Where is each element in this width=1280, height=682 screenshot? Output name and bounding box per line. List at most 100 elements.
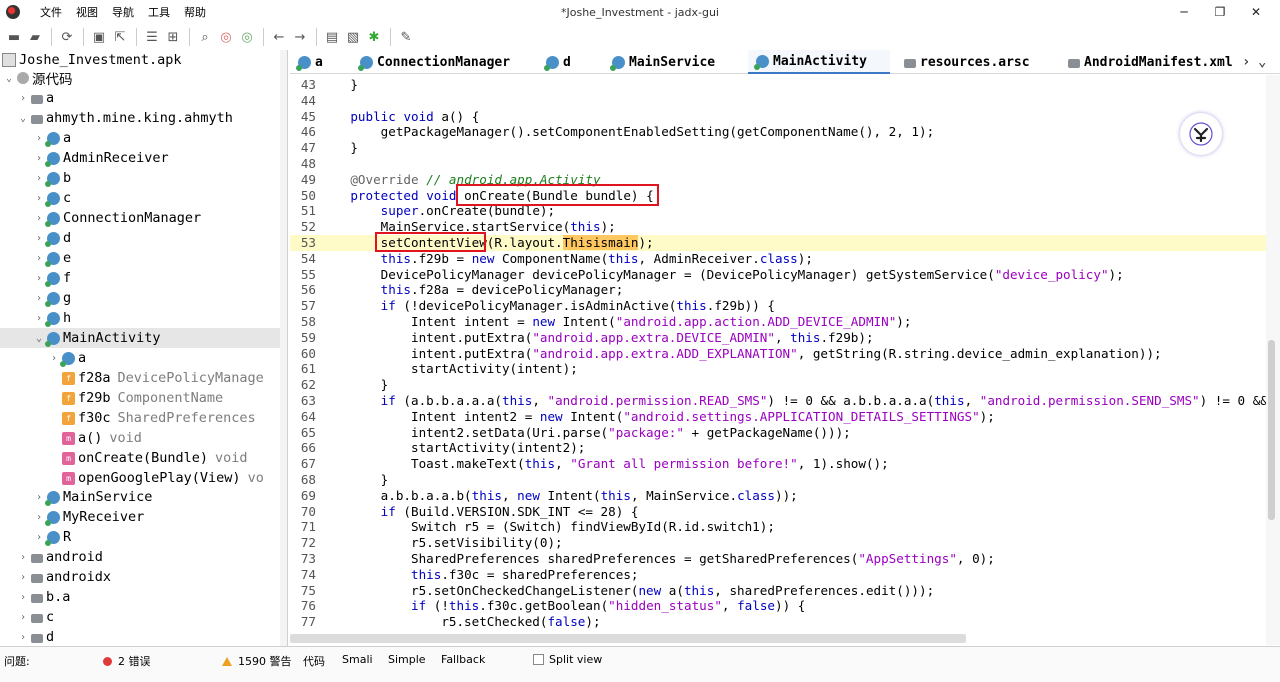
code-line[interactable]: 74 this.f30c = sharedPreferences; — [290, 567, 1274, 583]
code-line[interactable]: 44 — [290, 93, 1274, 109]
tree-item[interactable]: › d — [0, 228, 280, 248]
tab-connectionmanager[interactable]: ConnectionManager — [352, 50, 516, 74]
tree-item[interactable]: › a — [0, 128, 280, 148]
code-line[interactable]: 46 getPackageManager().setComponentEnabl… — [290, 124, 1274, 140]
code-line[interactable]: 66 startActivity(intent2); — [290, 440, 1274, 456]
code-line[interactable]: 65 intent2.setData(Uri.parse("package:" … — [290, 425, 1274, 441]
code-line[interactable]: 72 r5.setVisibility(0); — [290, 535, 1274, 551]
chevron-right-icon[interactable]: › — [33, 273, 45, 284]
tree-item[interactable]: › AdminReceiver — [0, 148, 280, 168]
add-files-icon[interactable]: ▰ — [25, 27, 45, 47]
code-line[interactable]: 57 if (!devicePolicyManager.isAdminActiv… — [290, 298, 1274, 314]
code-editor[interactable]: 43 } 44 45 public void a() {46 getPackageM… — [290, 75, 1274, 645]
debug-icon[interactable]: ✱ — [364, 27, 384, 47]
tree-item[interactable]: › androidx — [0, 567, 280, 587]
search-icon[interactable]: ⌕ — [195, 27, 215, 47]
chevron-right-icon[interactable]: › — [33, 193, 45, 204]
tree-item[interactable]: › ConnectionManager — [0, 208, 280, 228]
chevron-right-icon[interactable]: › — [33, 153, 45, 164]
tree-source-code[interactable]: ⌄ 源代码 — [0, 68, 280, 88]
save-icon[interactable]: ▣ — [89, 27, 109, 47]
tree-item[interactable]: › b.a — [0, 587, 280, 607]
chevron-right-icon[interactable]: › — [33, 253, 45, 264]
chevron-right-icon[interactable]: › — [33, 173, 45, 184]
tree-root[interactable]: Joshe_Investment.apk — [0, 50, 280, 70]
tree-item[interactable]: › a — [0, 88, 280, 108]
tree-item[interactable]: f f29b ComponentName — [0, 388, 280, 408]
tree-item[interactable]: › MainService — [0, 487, 280, 507]
code-line[interactable]: 45 public void a() { — [290, 109, 1274, 125]
code-line[interactable]: 77 r5.setChecked(false); — [290, 614, 1274, 630]
code-line[interactable]: 56 this.f28a = devicePolicyManager; — [290, 282, 1274, 298]
chevron-right-icon[interactable]: › — [33, 492, 45, 503]
preferences-icon[interactable]: ✎ — [396, 27, 416, 47]
tree-item[interactable]: › d — [0, 627, 280, 646]
tab-simple-view[interactable]: Simple — [388, 653, 426, 666]
sync-tree-icon[interactable]: ☰ — [142, 27, 162, 47]
find-usage-icon[interactable]: ◎ — [237, 27, 257, 47]
tree-item[interactable]: m a() void — [0, 428, 280, 448]
tree-item[interactable]: f f30c SharedPreferences — [0, 408, 280, 428]
tree-item[interactable]: › MyReceiver — [0, 507, 280, 527]
tab-code-view[interactable]: 代码 — [303, 653, 325, 669]
reload-icon[interactable]: ⟳ — [57, 27, 77, 47]
menu-file[interactable]: 文件 — [40, 4, 62, 20]
tree-item[interactable]: › R — [0, 527, 280, 547]
forward-icon[interactable]: → — [290, 27, 310, 47]
tab-fallback-view[interactable]: Fallback — [441, 653, 485, 666]
chevron-right-icon[interactable]: › — [48, 353, 60, 364]
split-view-checkbox[interactable] — [533, 654, 544, 665]
code-line[interactable]: 75 r5.setOnCheckedChangeListener(new a(t… — [290, 583, 1274, 599]
menu-help[interactable]: 帮助 — [184, 4, 206, 20]
chevron-right-icon[interactable]: › — [17, 93, 29, 104]
tab-mainactivity[interactable]: MainActivity — [748, 50, 890, 74]
chevron-right-icon[interactable]: › — [17, 592, 29, 603]
code-line[interactable]: 64 Intent intent2 = new Intent("android.… — [290, 409, 1274, 425]
tab-mainservice[interactable]: MainService — [604, 50, 721, 74]
split-view-toggle[interactable]: Split view — [533, 653, 602, 666]
tree-item[interactable]: m onCreate(Bundle) void — [0, 448, 280, 468]
tab-d[interactable]: d — [538, 50, 577, 74]
code-line[interactable]: 51 super.onCreate(bundle); — [290, 203, 1274, 219]
tree-item[interactable]: › h — [0, 308, 280, 328]
chevron-right-icon[interactable]: › — [17, 632, 29, 643]
tree-item[interactable]: › a — [0, 348, 280, 368]
find-class-icon[interactable]: ◎ — [216, 27, 236, 47]
tree-item[interactable]: m openGooglePlay(View) vo — [0, 468, 280, 488]
chevron-right-icon[interactable]: › — [17, 552, 29, 563]
code-line[interactable]: 60 intent.putExtra("android.app.extra.AD… — [290, 346, 1274, 362]
code-line[interactable]: 62 } — [290, 377, 1274, 393]
floating-assistant-icon[interactable] — [1180, 113, 1222, 155]
errors-indicator[interactable]: 2 错误 — [103, 653, 151, 669]
menu-view[interactable]: 视图 — [76, 4, 98, 20]
minimize-button[interactable]: ─ — [1166, 0, 1202, 24]
chevron-down-icon[interactable]: ⌄ — [3, 73, 15, 84]
chevron-right-icon[interactable]: › — [33, 512, 45, 523]
chevron-down-icon[interactable]: ⌄ — [17, 113, 29, 124]
code-line[interactable]: 47 } — [290, 140, 1274, 156]
chevron-right-icon[interactable]: › — [33, 313, 45, 324]
open-file-icon[interactable]: ▬ — [4, 27, 24, 47]
code-line[interactable]: 67 Toast.makeText(this, "Grant all permi… — [290, 456, 1274, 472]
chevron-right-icon[interactable]: › — [33, 213, 45, 224]
menu-navigate[interactable]: 导航 — [112, 4, 134, 20]
tree-item[interactable]: › c — [0, 607, 280, 627]
code-line[interactable]: 49 @Override // android.app.Activity — [290, 172, 1274, 188]
chevron-right-icon[interactable]: › — [33, 532, 45, 543]
warnings-indicator[interactable]: 1590 警告 — [222, 653, 292, 669]
code-line[interactable]: 68 } — [290, 472, 1274, 488]
code-line[interactable]: 76 if (!this.f30c.getBoolean("hidden_sta… — [290, 598, 1274, 614]
code-line[interactable]: 54 this.f29b = new ComponentName(this, A… — [290, 251, 1274, 267]
tree-item[interactable]: › e — [0, 248, 280, 268]
code-line[interactable]: 71 Switch r5 = (Switch) findViewById(R.i… — [290, 519, 1274, 535]
maximize-button[interactable]: ❐ — [1202, 0, 1238, 24]
tree-item[interactable]: › c — [0, 188, 280, 208]
tab-androidmanifest[interactable]: AndroidManifest.xml — [1060, 50, 1239, 74]
code-line[interactable]: 69 a.b.b.a.a.b(this, new Intent(this, Ma… — [290, 488, 1274, 504]
chevron-right-icon[interactable]: › — [17, 612, 29, 623]
tree-item[interactable]: › f — [0, 268, 280, 288]
chevron-down-icon[interactable]: ⌄ — [33, 333, 45, 344]
close-window-button[interactable]: ✕ — [1238, 0, 1274, 24]
tab-smali-view[interactable]: Smali — [342, 653, 373, 666]
code-line[interactable]: 61 startActivity(intent); — [290, 361, 1274, 377]
